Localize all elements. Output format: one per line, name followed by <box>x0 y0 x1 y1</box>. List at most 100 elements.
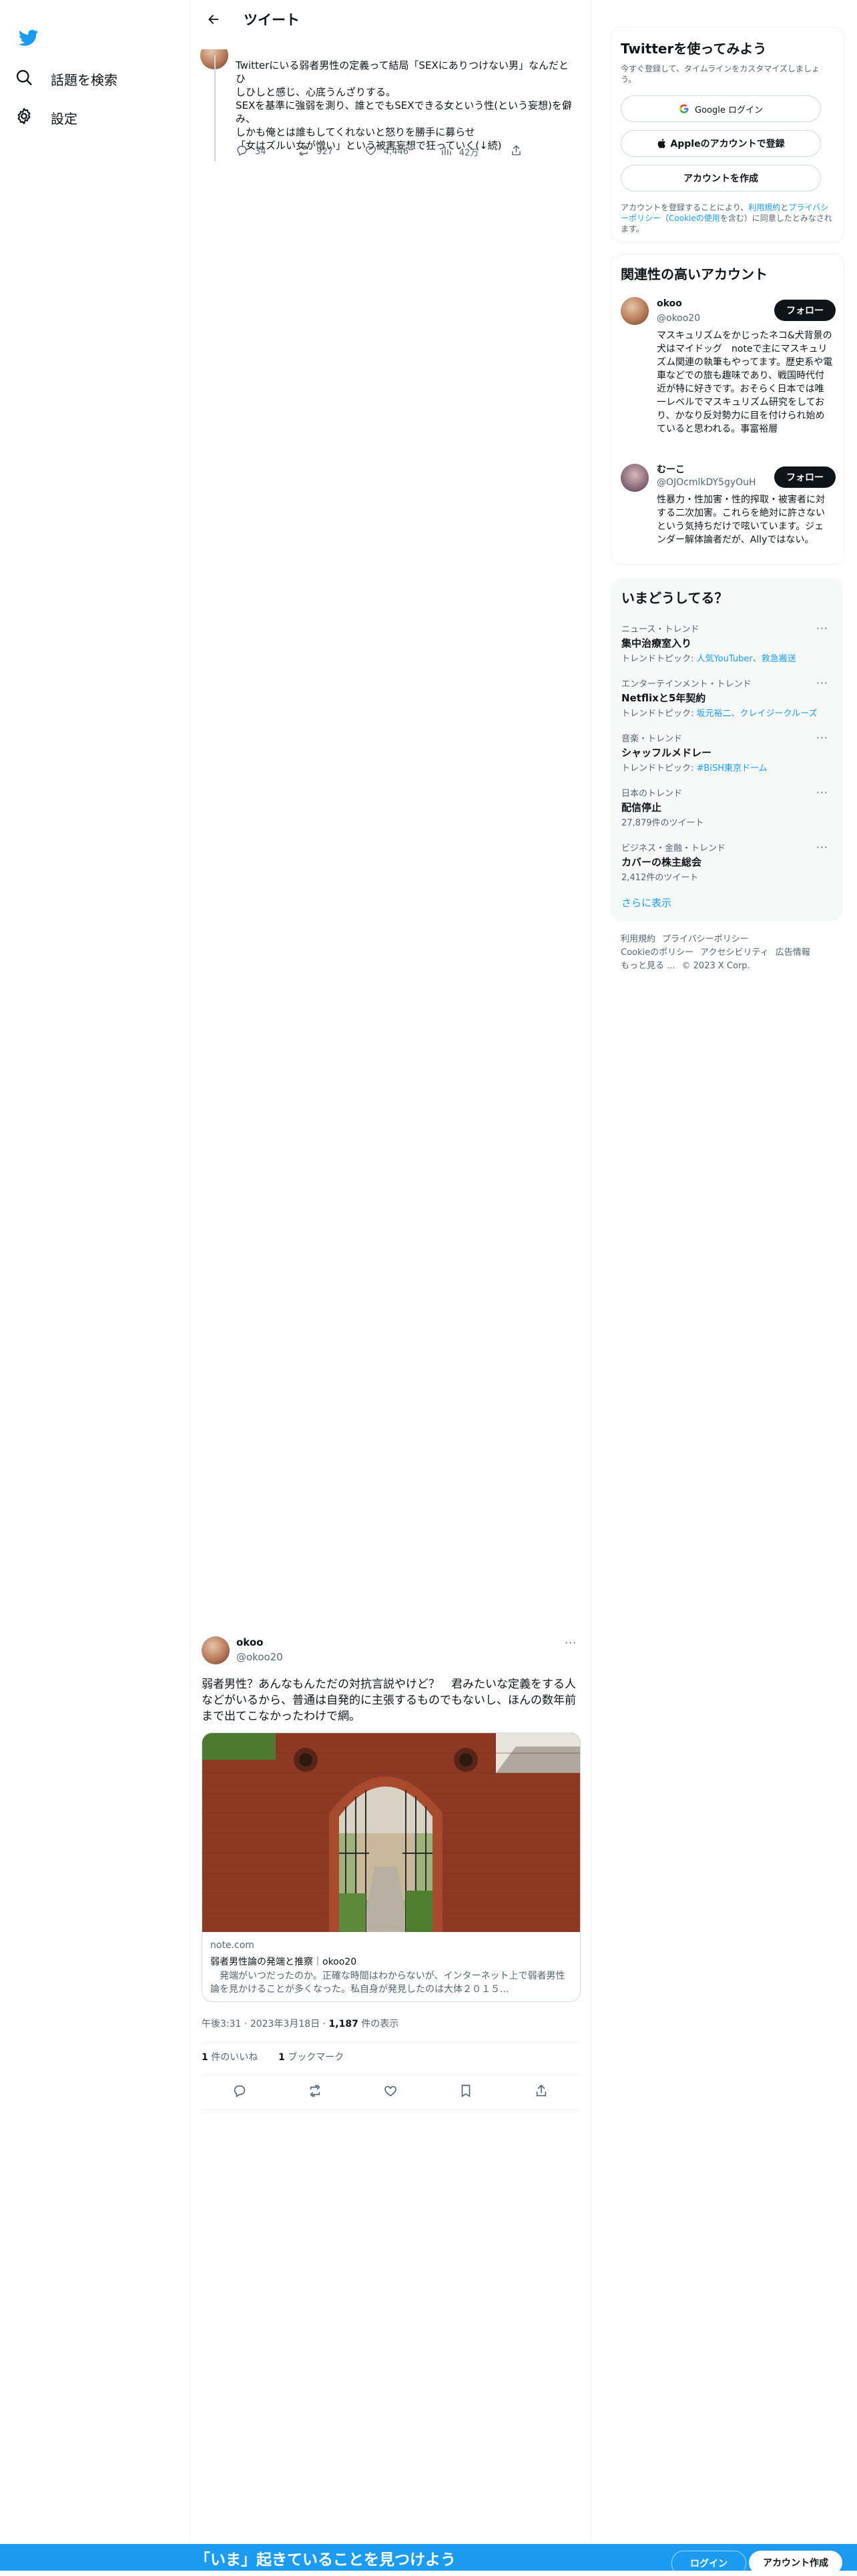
related-title: 関連性の高いアカウント <box>621 266 768 282</box>
trend-count: 2,412件のツイート <box>621 873 699 883</box>
trends-card: いまどうしてる？ ニュース・トレンド 集中治療室入り トレンドトピック: 人気Y… <box>611 578 843 921</box>
footer-link[interactable]: Cookieのポリシー <box>621 948 693 958</box>
bookmarks-label: ブックマーク <box>288 2052 344 2063</box>
trend-topic-link[interactable]: 坂元裕二、クレイジークルーズ <box>697 709 818 719</box>
reply-count: 34 <box>255 147 266 157</box>
tweet-line: 弱者男性？あんなもんただの対抗言説やけど？ 君みたいな定義をする人 <box>202 1678 576 1691</box>
account-bio: 性暴力・性加害・性的搾取・被害者に対する二次加害。これらを絶対に許さないという気… <box>657 495 825 545</box>
trend-item[interactable]: 音楽・トレンド シャッフルメドレー トレンドトピック: #BiSH東京ドーム ·… <box>621 731 828 773</box>
trend-topic-link[interactable]: #BiSH東京ドーム <box>697 763 768 773</box>
footer-link[interactable]: プライバシーポリシー <box>662 934 749 944</box>
tweet-time[interactable]: 午後3:31 <box>202 2019 241 2029</box>
signup-card-title: Twitterを使ってみよう <box>621 41 767 57</box>
tweet-action-bar <box>202 2074 579 2110</box>
retweet-button[interactable]: 927 <box>297 144 333 159</box>
trend-name: 配信停止 <box>621 801 662 814</box>
gear-icon <box>15 107 33 129</box>
tweet-line: などがいるから、普通は自発的に主張するものでもないし、ほんの数年前 <box>202 1694 576 1707</box>
trend-item[interactable]: ビジネス・金融・トレンド カバーの株主総会 2,412件のツイート ··· <box>621 841 828 883</box>
likes-number[interactable]: 1 <box>202 2052 208 2063</box>
card-domain: note.com <box>210 1940 254 1951</box>
more-icon[interactable]: ··· <box>816 786 828 799</box>
more-icon[interactable]: ··· <box>816 731 828 744</box>
copyright: © 2023 X Corp. <box>681 961 750 971</box>
account-name[interactable]: okoo <box>657 298 682 309</box>
trend-topic-prefix: トレンドトピック: <box>621 654 697 664</box>
page-title: ツイート <box>244 12 300 28</box>
like-button[interactable]: 4,446 <box>364 144 408 159</box>
analytics-icon <box>440 144 453 159</box>
trend-category: 音楽・トレンド <box>621 734 683 744</box>
tweet-date[interactable]: 2023年3月18日 <box>250 2019 320 2029</box>
follow-button[interactable]: フォロー <box>774 466 836 488</box>
heart-icon[interactable] <box>383 2083 398 2101</box>
trend-topic: トレンドトピック: 人気YouTuber、救急搬送 <box>621 651 828 664</box>
google-signup-button[interactable]: Google ログイン <box>621 95 821 122</box>
share-icon[interactable] <box>534 2083 549 2101</box>
more-icon[interactable]: ··· <box>816 841 828 854</box>
apple-signup-button[interactable]: Appleのアカウントで登録 <box>621 130 821 157</box>
trend-category: ビジネス・金融・トレンド <box>621 844 726 854</box>
footer-link[interactable]: アクセシビリティ <box>700 948 769 958</box>
trend-topic-link[interactable]: 人気YouTuber、救急搬送 <box>697 654 796 664</box>
account-bio: マスキュリズムをかじったネコ&犬背景の犬はマイドッグ noteで主にマスキュリズ… <box>657 330 833 434</box>
views-number: 1,187 <box>328 2019 358 2029</box>
trend-item[interactable]: 日本のトレンド 配信停止 27,879件のツイート ··· <box>621 786 828 828</box>
signup-button[interactable]: アカウント作成 <box>749 2551 842 2575</box>
footer-link[interactable]: 広告情報 <box>776 948 810 958</box>
more-icon[interactable]: ··· <box>565 1636 577 1649</box>
trend-name: 集中治療室入り <box>621 637 692 649</box>
reply-icon[interactable] <box>232 2083 247 2101</box>
likes-label[interactable]: 件のいいね <box>211 2052 258 2063</box>
footer-link[interactable]: 利用規約 <box>621 934 655 944</box>
tweet-line: Twitterにいる弱者男性の定義って結局「SEXにありつけない男」なんだとひ <box>236 59 569 85</box>
show-more-link[interactable]: さらに表示 <box>621 896 671 910</box>
create-account-button[interactable]: アカウントを作成 <box>621 165 821 192</box>
legal-paren: （ <box>661 214 669 223</box>
retweet-icon[interactable] <box>308 2083 322 2101</box>
more-icon[interactable]: ··· <box>816 677 828 689</box>
trend-item[interactable]: エンターテインメント・トレンド Netflixと5年契約 トレンドトピック: 坂… <box>621 677 828 719</box>
nav-explore[interactable]: 話題を検索 <box>15 68 117 90</box>
nav-settings[interactable]: 設定 <box>15 107 77 129</box>
account-handle: @okoo20 <box>657 313 701 324</box>
trend-topic-prefix: トレンドトピック: <box>621 763 697 773</box>
create-account-label: アカウントを作成 <box>683 174 758 184</box>
follow-button[interactable]: フォロー <box>774 300 836 321</box>
google-signup-label: Google ログイン <box>695 105 763 115</box>
legal-text: アカウントを登録することにより、利用規約とプライバシーポリシー（Cookieの使… <box>621 202 833 234</box>
link-card[interactable]: note.com 弱者男性論の発端と推察｜okoo20 発端がいつだったのか。正… <box>202 1732 581 2002</box>
card-image <box>202 1733 580 1932</box>
views-button[interactable]: 42万 <box>440 144 479 159</box>
trend-topic: トレンドトピック: 坂元裕二、クレイジークルーズ <box>621 706 828 719</box>
login-button[interactable]: ログイン <box>671 2551 746 2576</box>
footer-link[interactable]: もっと見る ... <box>621 961 675 971</box>
reply-icon <box>236 144 248 159</box>
twitter-logo-icon[interactable] <box>18 29 39 49</box>
avatar[interactable] <box>202 1636 230 1664</box>
footer-links: 利用規約 プライバシーポリシー Cookieのポリシー アクセシビリティ 広告情報 も… <box>621 933 841 973</box>
trend-item[interactable]: ニュース・トレンド 集中治療室入り トレンドトピック: 人気YouTuber、救… <box>621 622 828 664</box>
thread-line <box>214 55 216 162</box>
terms-link[interactable]: 利用規約 <box>748 203 780 212</box>
view-count: 42万 <box>459 148 479 158</box>
search-icon <box>15 68 33 90</box>
page-header: ツイート <box>190 0 591 39</box>
more-icon[interactable]: ··· <box>816 622 828 635</box>
trend-name: カバーの株主総会 <box>621 856 702 868</box>
back-arrow-icon[interactable] <box>202 8 225 31</box>
bookmark-icon[interactable] <box>459 2083 473 2101</box>
author-name[interactable]: okoo <box>236 1636 264 1648</box>
card-description: 発端がいつだったのか。正確な時間はわからないが、インターネット上で弱者男性論を見… <box>210 1971 565 1995</box>
cookie-link[interactable]: Cookieの使用 <box>669 214 720 223</box>
legal-prefix: アカウントを登録することにより、 <box>621 203 749 212</box>
avatar[interactable] <box>621 297 649 325</box>
tweet-line: み、 <box>236 113 256 125</box>
reply-button[interactable]: 34 <box>236 144 266 159</box>
trend-category: ニュース・トレンド <box>621 625 699 635</box>
share-button[interactable] <box>510 144 523 159</box>
meta-separator: · <box>322 2019 326 2029</box>
tweet-line: しかも俺とは誰もしてくれないと怒りを勝手に募らせ <box>236 126 475 138</box>
account-name[interactable]: むーこ <box>657 462 685 476</box>
avatar[interactable] <box>621 464 649 492</box>
